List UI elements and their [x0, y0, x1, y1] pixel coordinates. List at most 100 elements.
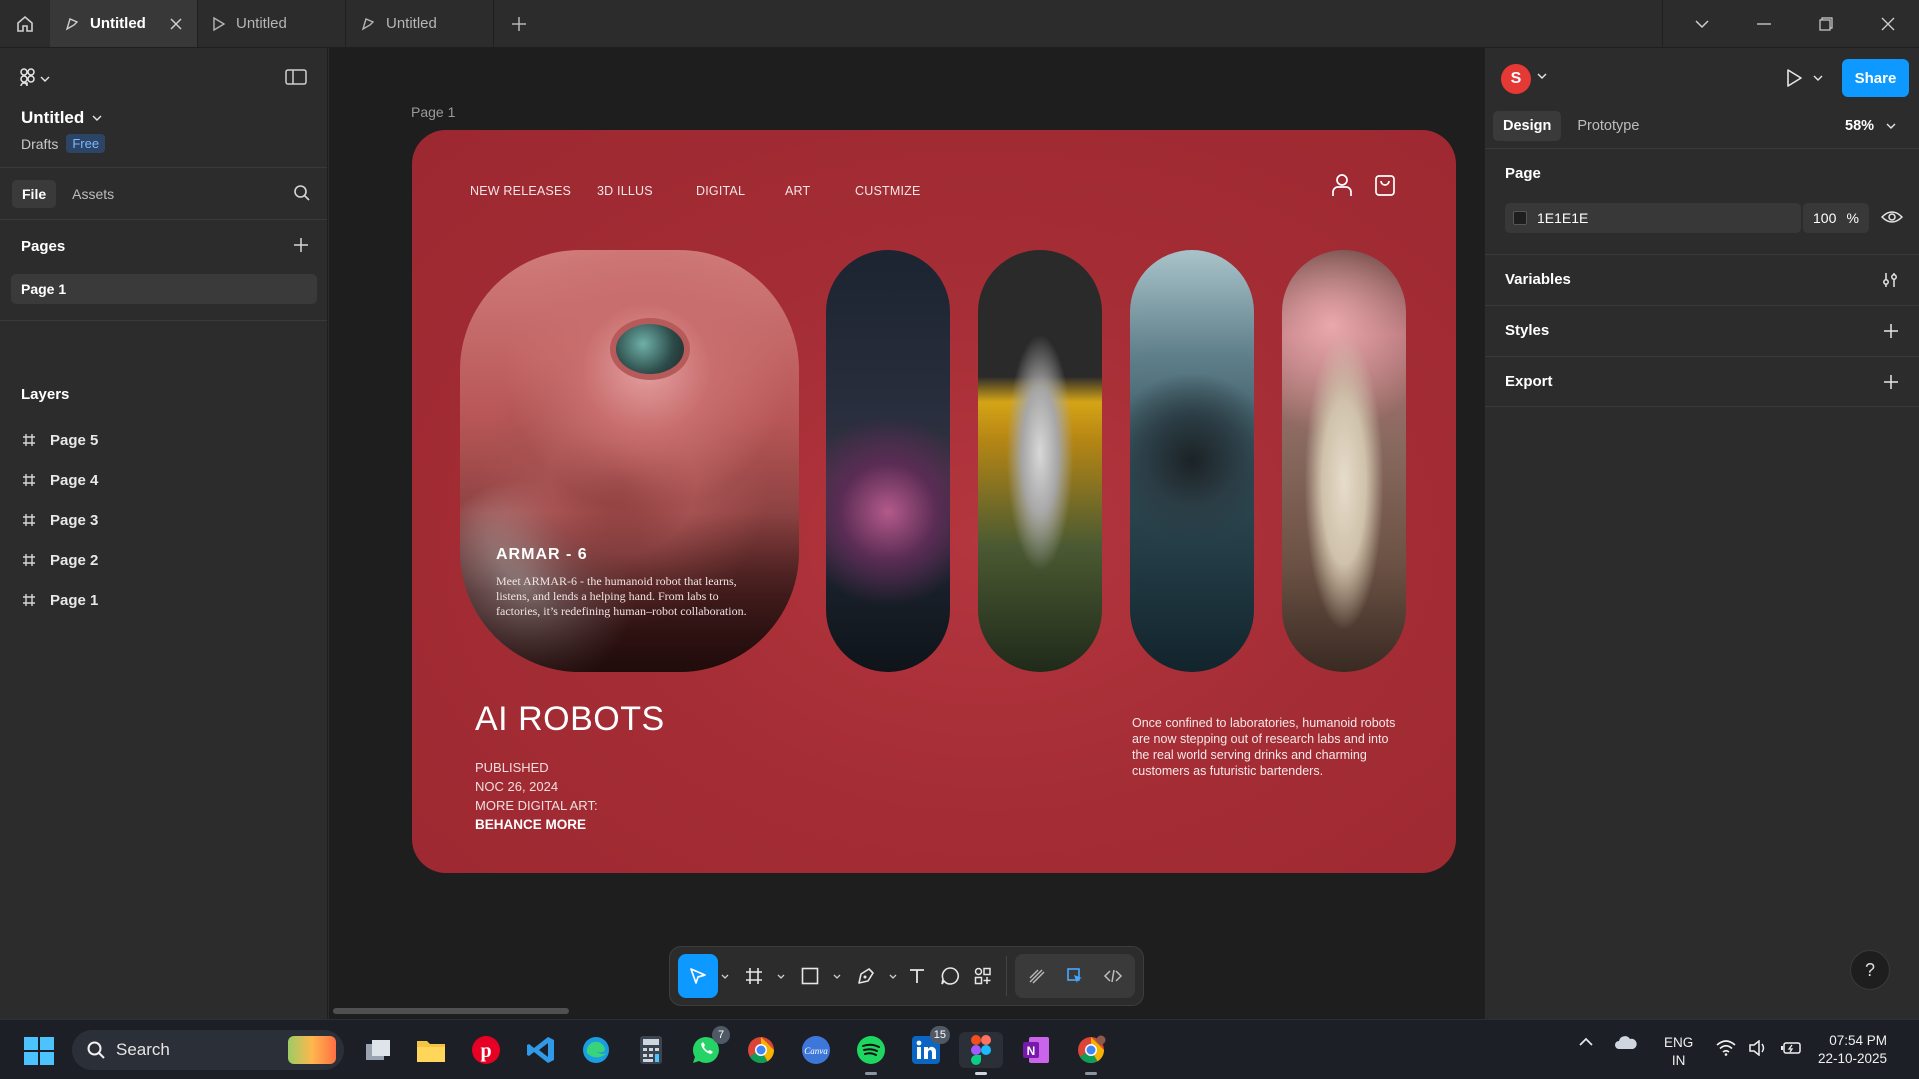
vscode-app[interactable]	[523, 1032, 559, 1068]
tab-assets[interactable]: Assets	[62, 180, 124, 208]
astronaut-image-sunflowers[interactable]	[978, 250, 1102, 672]
nav-3d-illus[interactable]: 3D ILLUS	[597, 184, 653, 198]
resources-tool[interactable]	[968, 954, 999, 998]
chevron-down-icon	[1537, 73, 1547, 79]
layer-item[interactable]: Page 5	[22, 428, 98, 452]
spotify-app[interactable]	[853, 1032, 889, 1075]
frame-icon	[23, 594, 35, 606]
whatsapp-app[interactable]: 7	[688, 1026, 730, 1068]
new-tab-button[interactable]	[494, 0, 544, 47]
layer-item[interactable]: Page 4	[22, 468, 98, 492]
canva-app[interactable]: Canva	[798, 1032, 834, 1068]
nav-new-releases[interactable]: NEW RELEASES	[470, 184, 571, 198]
astronaut-image-roses[interactable]	[1282, 250, 1406, 672]
quick-settings[interactable]	[1716, 1040, 1802, 1056]
chrome-app[interactable]	[743, 1032, 779, 1068]
clock[interactable]: 07:54 PM 22-10-2025	[1818, 1032, 1887, 1068]
language-indicator[interactable]: ENG IN	[1664, 1034, 1693, 1070]
linkedin-app[interactable]: 15	[908, 1026, 950, 1068]
start-button[interactable]	[24, 1037, 54, 1065]
tab-file[interactable]: File	[12, 179, 57, 208]
move-tool[interactable]	[678, 954, 718, 998]
frame-label[interactable]: Page 1	[411, 104, 455, 120]
close-window-button[interactable]	[1857, 0, 1919, 47]
calculator-app[interactable]	[633, 1032, 669, 1068]
add-export-button[interactable]	[1883, 374, 1899, 390]
nav-art[interactable]: ART	[785, 184, 810, 198]
tab-prototype[interactable]: Prototype	[1567, 111, 1649, 141]
main-menu-button[interactable]	[20, 68, 50, 90]
layer-item[interactable]: Page 1	[22, 588, 98, 612]
chrome-profile-app[interactable]	[1073, 1032, 1109, 1075]
tab-untitled-1[interactable]: Untitled	[50, 0, 198, 47]
horizontal-scrollbar[interactable]	[333, 1008, 569, 1014]
help-button[interactable]: ?	[1850, 950, 1890, 990]
frame-tool-menu[interactable]	[774, 974, 788, 979]
taskbar-search[interactable]: Search	[72, 1030, 344, 1070]
onenote-app[interactable]: N	[1018, 1032, 1054, 1068]
running-indicator	[975, 1072, 987, 1075]
behance-link[interactable]: BEHANCE MORE	[475, 817, 586, 832]
tabs-dropdown-button[interactable]	[1671, 0, 1733, 47]
avatar-menu-button[interactable]	[1537, 73, 1547, 79]
hero-card-armar-6[interactable]: ARMAR - 6 Meet ARMAR-6 - the humanoid ro…	[460, 250, 799, 672]
design-frame[interactable]: NEW RELEASES 3D ILLUS DIGITAL ART CUSTMI…	[412, 130, 1456, 873]
page-opacity-field[interactable]: 100 %	[1803, 203, 1869, 233]
text-tool[interactable]	[902, 954, 933, 998]
zoom-control[interactable]: 58%	[1845, 118, 1896, 134]
home-button[interactable]	[0, 0, 50, 47]
nav-digital[interactable]: DIGITAL	[696, 184, 745, 198]
tab-design[interactable]: Design	[1493, 111, 1562, 141]
task-view-button[interactable]	[360, 1032, 396, 1068]
layer-item[interactable]: Page 2	[22, 548, 98, 572]
pen-tool[interactable]	[846, 954, 886, 998]
share-button[interactable]: Share	[1842, 59, 1909, 97]
variables-settings-button[interactable]	[1881, 271, 1899, 289]
search-layers-button[interactable]	[293, 184, 311, 202]
present-button[interactable]	[1785, 68, 1823, 88]
layer-item[interactable]: Page 3	[22, 508, 98, 532]
close-icon[interactable]	[169, 17, 183, 31]
onedrive-icon[interactable]	[1614, 1034, 1638, 1050]
published-label: PUBLISHED	[475, 760, 549, 775]
color-swatch[interactable]	[1513, 211, 1527, 225]
canvas[interactable]: Page 1 NEW RELEASES 3D ILLUS DIGITAL ART…	[329, 48, 1484, 1019]
pen-tool-menu[interactable]	[886, 974, 900, 979]
file-explorer-app[interactable]	[413, 1032, 449, 1068]
add-style-button[interactable]	[1883, 323, 1899, 339]
chevron-up-icon[interactable]	[1578, 1037, 1594, 1047]
file-name[interactable]: Untitled	[21, 108, 102, 128]
draw-mode-button[interactable]	[1019, 954, 1055, 998]
user-icon[interactable]	[1331, 173, 1353, 197]
visibility-toggle[interactable]	[1881, 209, 1903, 225]
comment-tool[interactable]	[935, 954, 966, 998]
minimize-button[interactable]	[1733, 0, 1795, 47]
pinterest-app[interactable]: p	[468, 1032, 504, 1068]
onenote-icon: N	[1023, 1037, 1049, 1063]
design-mode-button[interactable]	[1057, 954, 1093, 998]
divider	[1662, 0, 1663, 47]
astronaut-image-underwater[interactable]	[1130, 250, 1254, 672]
toggle-sidebar-button[interactable]	[285, 68, 307, 86]
tab-label: Untitled	[386, 15, 437, 32]
tab-untitled-3[interactable]: Untitled	[346, 0, 494, 47]
edge-app[interactable]	[578, 1032, 614, 1068]
move-tool-menu[interactable]	[718, 974, 732, 979]
avatar[interactable]: S	[1501, 64, 1531, 94]
frame-tool[interactable]	[734, 954, 774, 998]
layer-label: Page 1	[50, 591, 99, 609]
styles-title: Styles	[1505, 322, 1550, 339]
tab-untitled-2[interactable]: Untitled	[198, 0, 346, 47]
shape-tool[interactable]	[790, 954, 830, 998]
page-color-field[interactable]: 1E1E1E	[1505, 203, 1801, 233]
drafts-label[interactable]: Drafts	[21, 136, 58, 152]
restore-button[interactable]	[1795, 0, 1857, 47]
page-item-page-1[interactable]: Page 1	[11, 274, 317, 304]
shape-tool-menu[interactable]	[830, 974, 844, 979]
figma-app[interactable]	[959, 1032, 1003, 1075]
shopping-bag-icon[interactable]	[1374, 173, 1396, 197]
add-page-button[interactable]	[293, 237, 309, 253]
dev-mode-button[interactable]	[1095, 954, 1131, 998]
nav-custmize[interactable]: CUSTMIZE	[855, 184, 921, 198]
astronaut-image-night-sea[interactable]	[826, 250, 950, 672]
